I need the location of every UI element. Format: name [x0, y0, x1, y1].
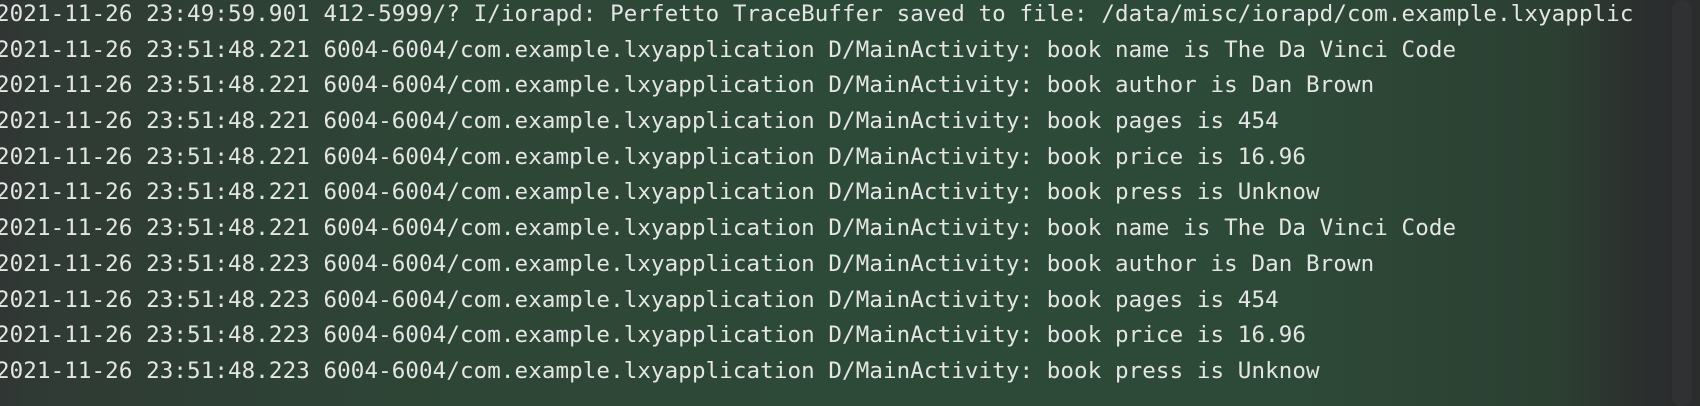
log-lines-list: 2021-11-26 23:49:59.901 412-5999/? I/ior…	[0, 0, 1634, 390]
log-line[interactable]: 2021-11-26 23:51:48.221 6004-6004/com.ex…	[0, 140, 1634, 176]
log-line[interactable]: 2021-11-26 23:51:48.223 6004-6004/com.ex…	[0, 354, 1634, 390]
log-line[interactable]: 2021-11-26 23:51:48.223 6004-6004/com.ex…	[0, 318, 1634, 354]
log-line[interactable]: 2021-11-26 23:51:48.221 6004-6004/com.ex…	[0, 68, 1634, 104]
log-line[interactable]: 2021-11-26 23:51:48.221 6004-6004/com.ex…	[0, 175, 1634, 211]
log-line[interactable]: 2021-11-26 23:51:48.221 6004-6004/com.ex…	[0, 33, 1634, 69]
log-line[interactable]: 2021-11-26 23:51:48.223 6004-6004/com.ex…	[0, 247, 1634, 283]
log-line[interactable]: 2021-11-26 23:49:59.901 412-5999/? I/ior…	[0, 0, 1634, 33]
log-line[interactable]: 2021-11-26 23:51:48.221 6004-6004/com.ex…	[0, 104, 1634, 140]
vertical-scrollbar-thumb[interactable]	[1672, 0, 1692, 406]
log-line[interactable]: 2021-11-26 23:51:48.223 6004-6004/com.ex…	[0, 283, 1634, 319]
logcat-output-panel[interactable]: 2021-11-26 23:49:59.901 412-5999/? I/ior…	[0, 0, 1668, 406]
log-line[interactable]: 2021-11-26 23:51:48.221 6004-6004/com.ex…	[0, 211, 1634, 247]
